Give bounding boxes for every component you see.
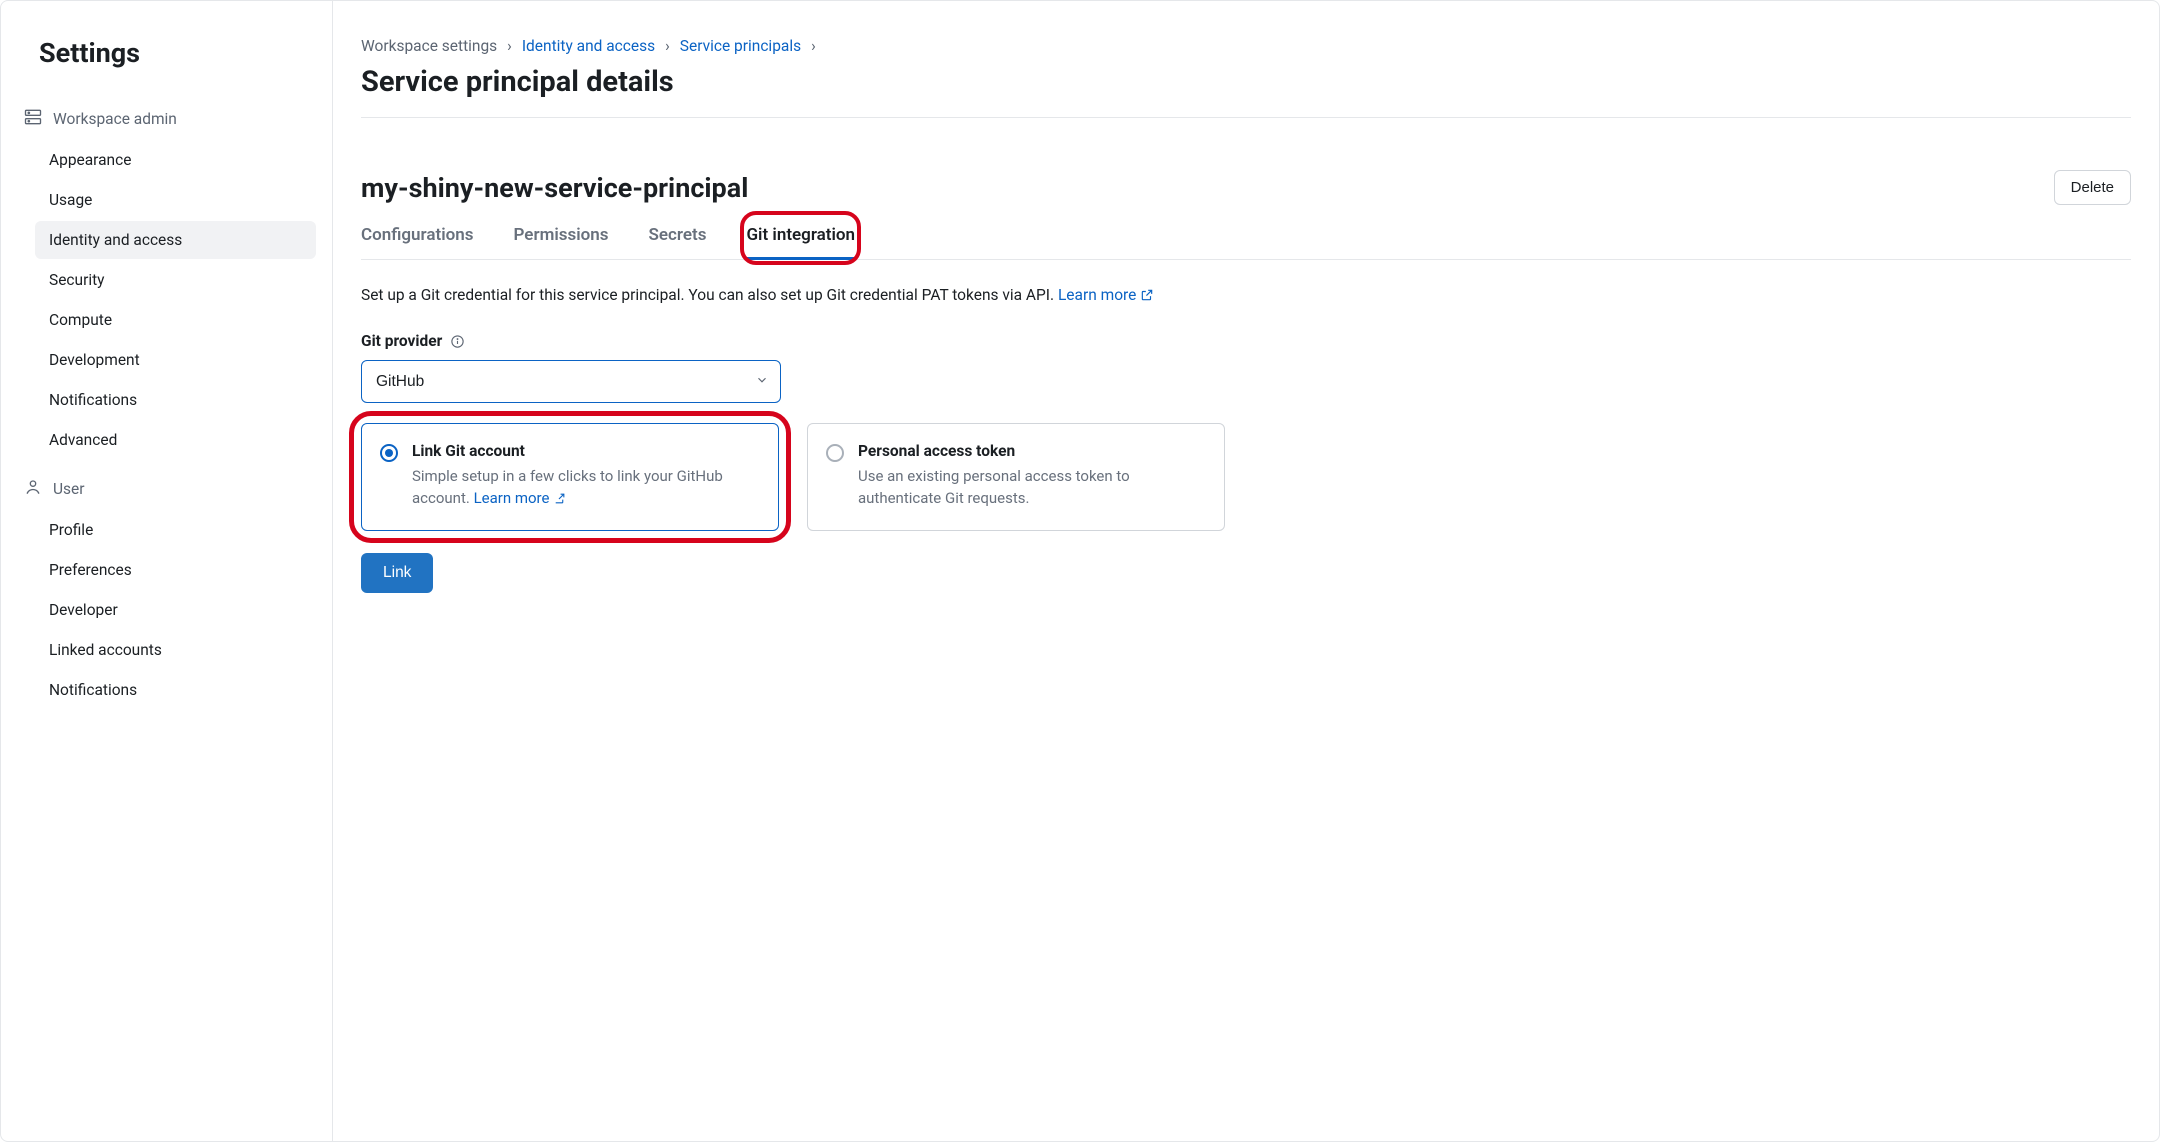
nav-section-user: User	[17, 467, 316, 511]
git-provider-label: Git provider	[361, 332, 2131, 350]
git-description: Set up a Git credential for this service…	[361, 286, 2131, 306]
chevron-right-icon: ›	[507, 37, 512, 55]
tab-git-integration[interactable]: Git integration	[746, 217, 855, 259]
tab-permissions[interactable]: Permissions	[514, 217, 609, 259]
tab-configurations[interactable]: Configurations	[361, 217, 474, 259]
crumb-service-principals[interactable]: Service principals	[680, 37, 801, 55]
info-icon	[450, 334, 465, 349]
crumb-workspace-settings: Workspace settings	[361, 37, 497, 55]
nav-item-preferences[interactable]: Preferences	[35, 551, 316, 589]
chevron-right-icon: ›	[665, 37, 670, 55]
divider	[361, 117, 2131, 118]
nav-item-compute[interactable]: Compute	[35, 301, 316, 339]
workspace-admin-icon	[23, 107, 43, 131]
radio-indicator	[826, 444, 844, 462]
link-button[interactable]: Link	[361, 553, 433, 593]
nav-item-advanced[interactable]: Advanced	[35, 421, 316, 459]
nav-section-workspace-admin: Workspace admin	[17, 97, 316, 141]
learn-more-link[interactable]: Learn more	[1058, 286, 1154, 304]
radio-title: Personal access token	[858, 442, 1204, 460]
nav-item-security[interactable]: Security	[35, 261, 316, 299]
nav-item-profile[interactable]: Profile	[35, 511, 316, 549]
radio-title: Link Git account	[412, 442, 758, 460]
nav-item-usage[interactable]: Usage	[35, 181, 316, 219]
nav-item-identity-and-access[interactable]: Identity and access	[35, 221, 316, 259]
service-principal-name: my-shiny-new-service-principal	[361, 172, 748, 204]
tabs: Configurations Permissions Secrets Git i…	[361, 217, 2131, 260]
nav-item-development[interactable]: Development	[35, 341, 316, 379]
crumb-identity-and-access[interactable]: Identity and access	[522, 37, 655, 55]
radio-link-git-account[interactable]: Link Git account Simple setup in a few c…	[361, 423, 779, 531]
radio-description: Use an existing personal access token to…	[858, 466, 1204, 510]
settings-title: Settings	[39, 37, 316, 69]
radio-personal-access-token[interactable]: Personal access token Use an existing pe…	[807, 423, 1225, 531]
tab-secrets[interactable]: Secrets	[649, 217, 707, 259]
page-title: Service principal details	[361, 65, 2131, 99]
nav-item-developer[interactable]: Developer	[35, 591, 316, 629]
radio-description: Simple setup in a few clicks to link you…	[412, 466, 758, 512]
nav-item-appearance[interactable]: Appearance	[35, 141, 316, 179]
nav-item-linked-accounts[interactable]: Linked accounts	[35, 631, 316, 669]
learn-more-link[interactable]: Learn more	[474, 489, 567, 507]
radio-indicator	[380, 444, 398, 462]
nav-item-notifications[interactable]: Notifications	[35, 381, 316, 419]
external-link-icon	[1140, 288, 1154, 306]
chevron-right-icon: ›	[811, 37, 816, 55]
breadcrumb: Workspace settings › Identity and access…	[361, 37, 2131, 55]
git-provider-select[interactable]: GitHub	[361, 360, 781, 403]
user-icon	[23, 477, 43, 501]
external-link-icon	[553, 490, 566, 512]
nav-item-user-notifications[interactable]: Notifications	[35, 671, 316, 709]
delete-button[interactable]: Delete	[2054, 170, 2131, 205]
